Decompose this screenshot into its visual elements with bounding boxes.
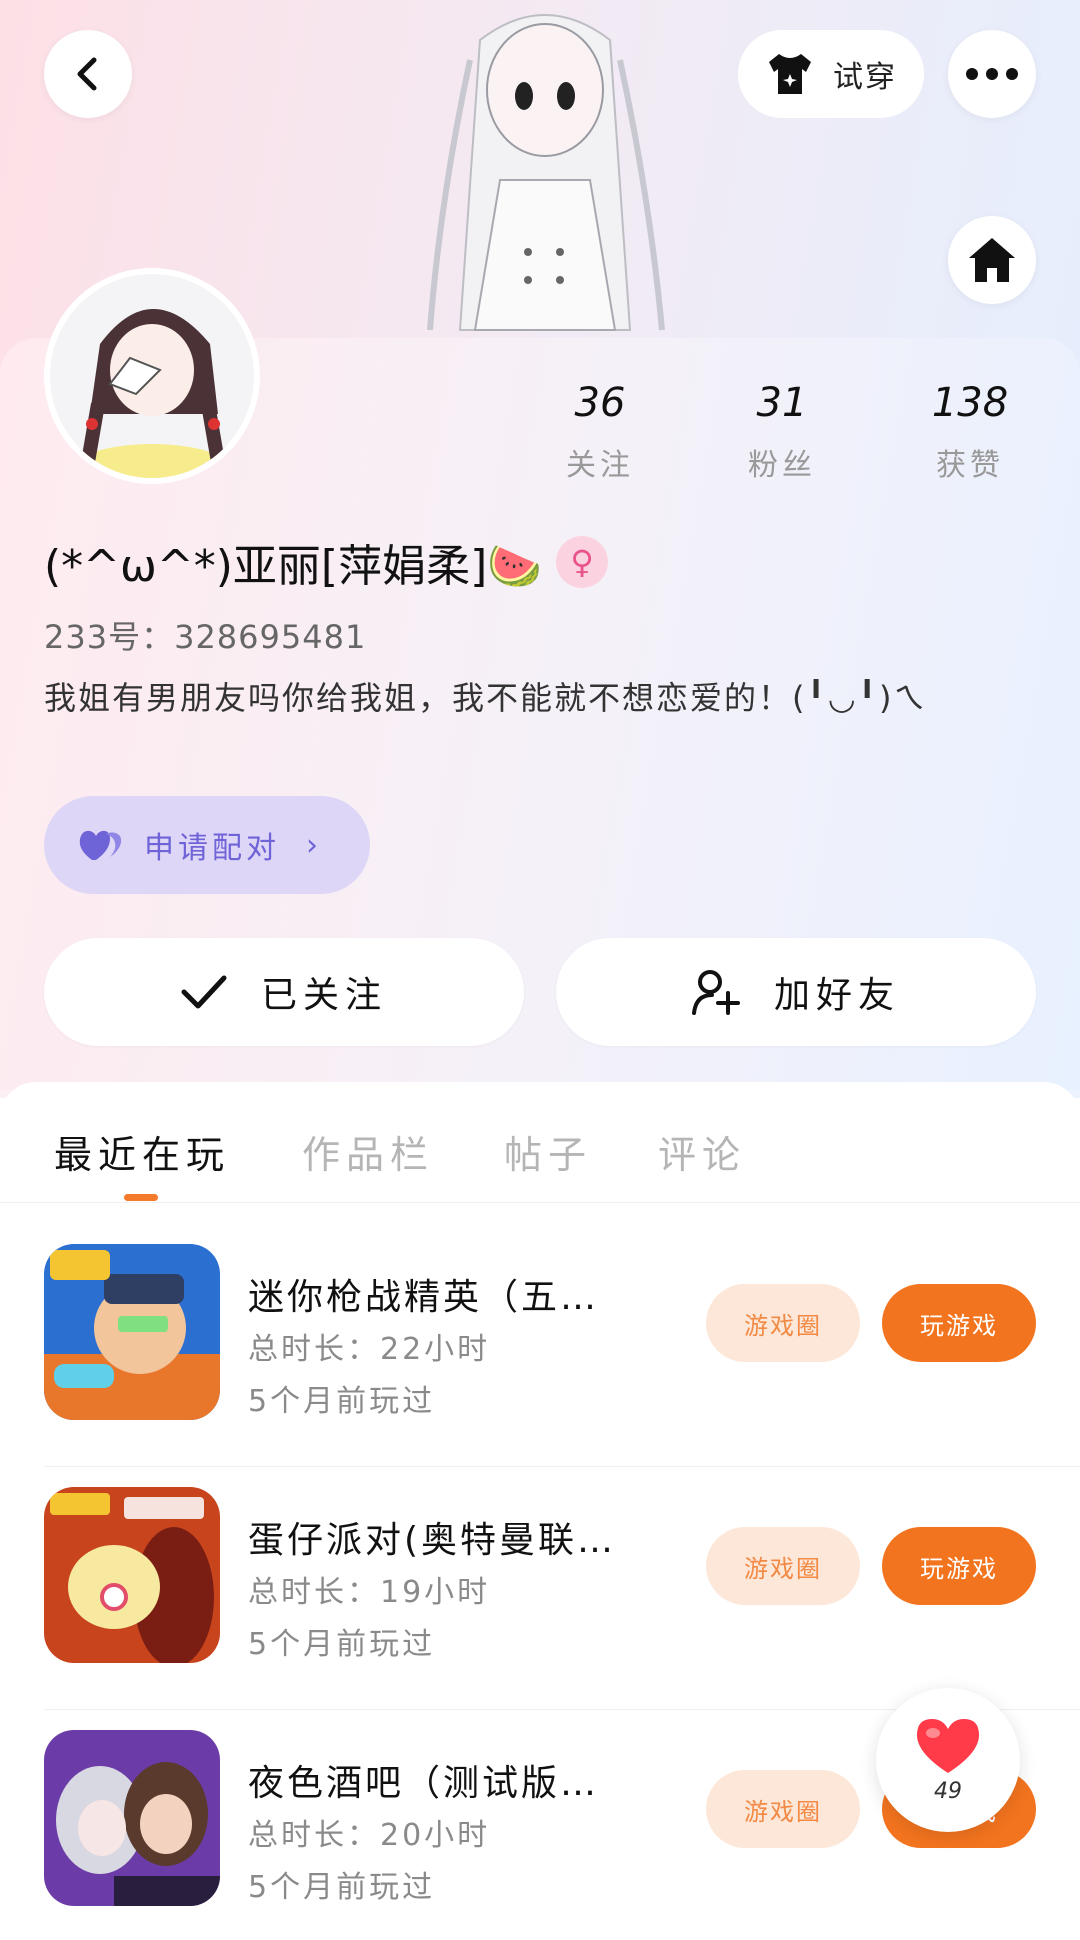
list-item[interactable]: 迷你枪战精英（五… 总时长：22小时 5个月前玩过 游戏圈 玩游戏 (0, 1224, 1080, 1467)
add-friend-button[interactable]: 加好友 (556, 938, 1036, 1046)
try-on-button[interactable]: 试穿 (738, 30, 924, 118)
like-count: 49 (934, 1778, 962, 1804)
stat-fans[interactable]: 31 粉丝 (702, 380, 862, 484)
followed-button[interactable]: 已关注 (44, 938, 524, 1046)
add-friend-label: 加好友 (773, 975, 900, 1016)
more-dots-icon (966, 68, 1018, 80)
profile-stats: 36 关注 31 粉丝 138 获赞 (520, 380, 1040, 490)
nickname-row: (*^ω^*)亚丽[萍娟柔]🍉 ♀ (44, 530, 609, 594)
tab-divider (0, 1202, 1080, 1203)
user-avatar-image (50, 274, 254, 478)
tab-comments[interactable]: 评论 (658, 1124, 746, 1179)
stat-following-value: 36 (574, 380, 626, 426)
home-button[interactable] (948, 216, 1036, 304)
game-icon[interactable] (44, 1730, 220, 1906)
game-circle-button[interactable]: 游戏圈 (706, 1527, 860, 1605)
game-icon[interactable] (44, 1244, 220, 1420)
game-last-played: 5个月前玩过 (248, 1384, 436, 1419)
tab-works[interactable]: 作品栏 (302, 1124, 434, 1179)
stat-fans-label: 粉丝 (748, 448, 816, 483)
game-playtime: 总时长：20小时 (248, 1818, 491, 1853)
female-gender-icon: ♀ (556, 536, 609, 588)
followed-label: 已关注 (260, 975, 387, 1016)
game-title[interactable]: 夜色酒吧（测试版… (248, 1754, 668, 1806)
game-icon[interactable] (44, 1487, 220, 1663)
tshirt-icon (769, 54, 811, 94)
game-title[interactable]: 迷你枪战精英（五… (248, 1268, 668, 1320)
tab-posts[interactable]: 帖子 (504, 1124, 592, 1179)
stat-likes-label: 获赞 (936, 448, 1004, 483)
play-game-button[interactable]: 玩游戏 (882, 1527, 1036, 1605)
stat-likes[interactable]: 138 获赞 (890, 380, 1050, 484)
play-game-button[interactable]: 玩游戏 (882, 1284, 1036, 1362)
game-last-played: 5个月前玩过 (248, 1870, 436, 1905)
game-title[interactable]: 蛋仔派对(奥特曼联… (248, 1511, 668, 1563)
stat-following-label: 关注 (566, 448, 634, 483)
stat-following[interactable]: 36 关注 (520, 380, 680, 484)
house-icon (969, 238, 1015, 282)
more-options-button[interactable] (948, 30, 1036, 118)
check-icon (181, 975, 227, 1009)
avatar[interactable] (44, 268, 260, 484)
apply-match-label: 申请配对 (144, 831, 280, 866)
back-button[interactable] (44, 30, 132, 118)
tab-recently-played[interactable]: 最近在玩 (54, 1124, 230, 1179)
chevron-left-icon (77, 57, 97, 91)
list-item[interactable]: 蛋仔派对(奥特曼联… 总时长：19小时 5个月前玩过 游戏圈 玩游戏 (0, 1467, 1080, 1710)
game-circle-button[interactable]: 游戏圈 (706, 1284, 860, 1362)
hearts-icon (79, 830, 122, 860)
apply-match-button[interactable]: 申请配对 › (44, 796, 370, 894)
avatar-3d-figure (427, 14, 665, 331)
game-playtime: 总时长：22小时 (248, 1332, 491, 1367)
chevron-right-icon: › (306, 827, 318, 863)
add-user-icon (691, 970, 740, 1015)
game-playtime: 总时长：19小时 (248, 1575, 491, 1610)
game-circle-button[interactable]: 游戏圈 (706, 1770, 860, 1848)
heart-icon (917, 1718, 979, 1773)
stat-fans-value: 31 (756, 380, 808, 426)
user-id: 233号：328695481 (44, 618, 367, 656)
nickname: (*^ω^*)亚丽[萍娟柔]🍉 (44, 541, 543, 592)
like-button[interactable]: 49 (876, 1688, 1020, 1832)
active-tab-indicator (124, 1194, 158, 1201)
game-last-played: 5个月前玩过 (248, 1627, 436, 1662)
try-on-label: 试穿 (833, 60, 897, 95)
user-bio: 我姐有男朋友吗你给我姐，我不能就不想恋爱的！(╹◡╹)ㄟ (44, 679, 928, 717)
stat-likes-value: 138 (931, 380, 1009, 426)
